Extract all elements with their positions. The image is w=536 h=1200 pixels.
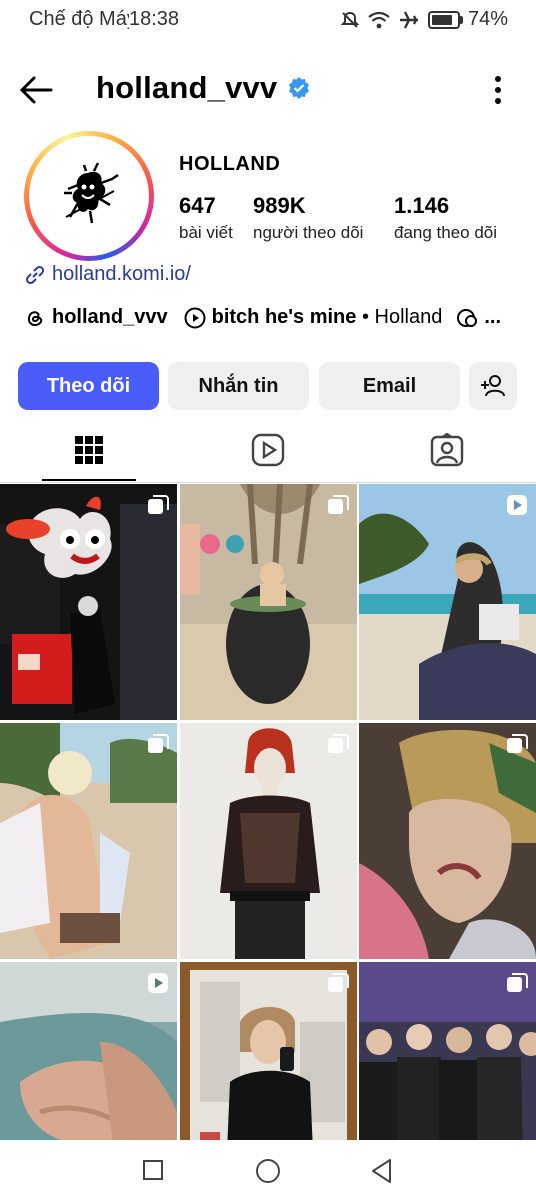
battery-percent: 74% [467, 8, 508, 30]
carousel-badge-icon [328, 973, 349, 992]
profile-tabs [0, 420, 536, 483]
system-nav-bar [0, 1140, 536, 1200]
posts-count: 647 [179, 193, 216, 218]
music-artist[interactable]: Holland [375, 306, 443, 329]
posts-stat[interactable]: 647 bài viết [179, 193, 233, 243]
wifi-icon [368, 11, 390, 28]
followers-count: 989K [253, 193, 306, 218]
following-label: đang theo dõi [394, 223, 498, 242]
bio-link-text: holland.komi.io/ [52, 263, 191, 285]
carousel-badge-icon [507, 734, 528, 753]
music-separator: • [356, 306, 375, 328]
verified-badge-icon [289, 77, 310, 99]
carousel-badge-icon [328, 734, 349, 753]
airplane-icon [399, 10, 418, 29]
reel-badge-icon [507, 495, 527, 515]
profile-full-name: HOLLAND [179, 153, 281, 175]
play-circle-icon [184, 307, 206, 328]
suggest-users-button[interactable] [469, 362, 517, 410]
profile-header: holland_vvv [0, 60, 536, 120]
post-thumbnail[interactable] [0, 484, 177, 720]
follow-button[interactable]: Theo dõi [18, 362, 159, 410]
carousel-badge-icon [148, 495, 169, 514]
posts-label: bài viết [179, 223, 233, 242]
status-mode: Chế độ Máy bay [29, 8, 129, 30]
carousel-badge-icon [148, 734, 169, 753]
bio-link[interactable]: holland.komi.io/ [24, 263, 191, 286]
back-arrow-icon[interactable] [18, 72, 54, 108]
post-thumbnail[interactable] [359, 484, 536, 720]
following-count: 1.146 [394, 193, 450, 218]
reel-badge-icon [148, 973, 168, 993]
carousel-badge-icon [507, 973, 528, 992]
link-icon [25, 265, 45, 284]
carousel-badge-icon [328, 495, 349, 514]
status-time: 18:38 [129, 8, 180, 30]
tab-reels[interactable] [179, 420, 357, 480]
back-nav-icon[interactable] [370, 1158, 394, 1184]
battery-icon [427, 10, 463, 29]
post-thumbnail[interactable] [180, 484, 357, 720]
avatar-logo-image [38, 145, 140, 247]
followers-label: người theo dõi [253, 223, 364, 242]
post-thumbnail[interactable] [359, 723, 536, 959]
tab-posts-grid[interactable] [0, 420, 178, 481]
message-button[interactable]: Nhắn tin [168, 362, 309, 410]
following-stat[interactable]: 1.146 đang theo dõi [394, 193, 497, 243]
post-thumbnail[interactable] [180, 723, 357, 959]
add-person-icon [481, 375, 505, 397]
home-icon[interactable] [255, 1158, 281, 1184]
music-title[interactable]: bitch he's mine [212, 306, 357, 329]
more-dots[interactable]: ... [484, 306, 501, 329]
threads-chat-icon[interactable] [456, 307, 480, 329]
mute-icon [340, 11, 360, 28]
grid-icon [75, 436, 103, 464]
recent-apps-icon[interactable] [142, 1159, 164, 1181]
threads-icon[interactable] [24, 307, 46, 329]
tagged-icon [430, 433, 464, 467]
profile-avatar[interactable] [24, 131, 154, 261]
post-thumbnail[interactable] [0, 723, 177, 959]
threads-music-row: holland_vvv bitch he's mine • Holland ..… [24, 306, 524, 329]
followers-stat[interactable]: 989K người theo dõi [253, 193, 363, 243]
profile-username: holland_vvv [96, 70, 278, 105]
more-options-icon[interactable] [494, 75, 502, 105]
threads-handle[interactable]: holland_vvv [52, 306, 168, 329]
tab-tagged[interactable] [358, 420, 536, 480]
status-bar: Chế độ Máy bay18:38 74% [0, 0, 536, 40]
reels-icon [251, 433, 285, 467]
email-button[interactable]: Email [319, 362, 460, 410]
